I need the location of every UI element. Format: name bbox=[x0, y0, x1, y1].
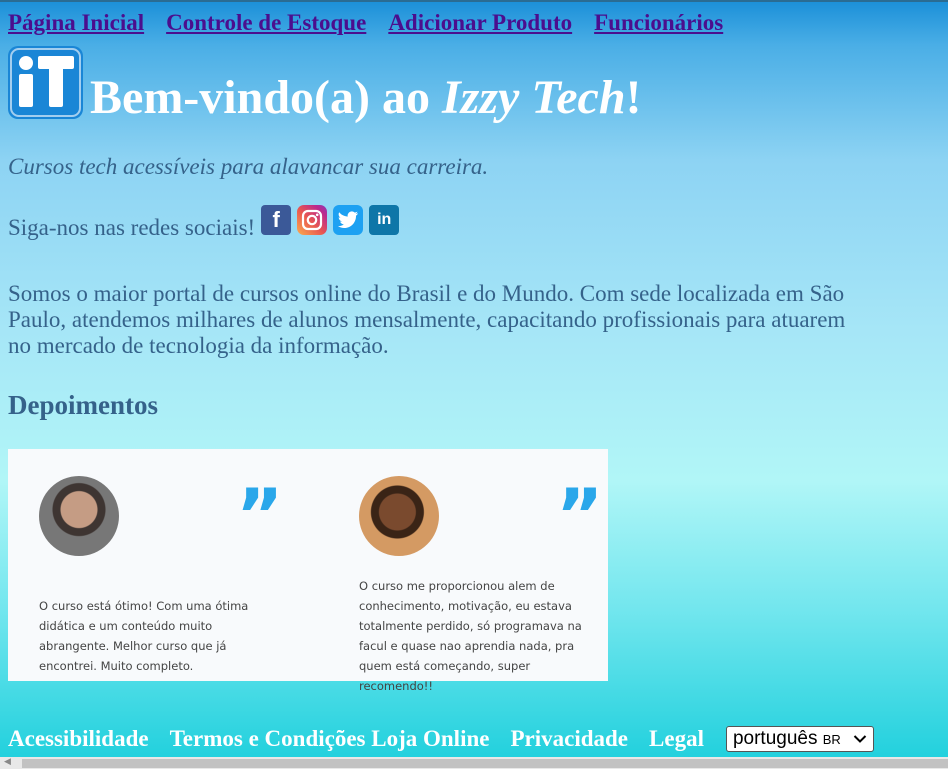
language-select-value: português BR bbox=[733, 728, 841, 750]
title-prefix: Bem-vindo(a) ao bbox=[90, 71, 442, 124]
facebook-icon[interactable]: f bbox=[261, 205, 292, 235]
footer-link-accessibility[interactable]: Acessibilidade bbox=[8, 726, 149, 752]
social-icons: f in bbox=[261, 205, 400, 235]
main-navigation: Página Inicial Controle de Estoque Adici… bbox=[8, 10, 723, 36]
testimonial-card: ” O curso está ótimo! Com uma ótima didá… bbox=[38, 449, 318, 681]
twitter-icon[interactable] bbox=[333, 205, 364, 235]
window-top-border bbox=[0, 0, 948, 2]
page-title: Bem-vindo(a) ao Izzy Tech! bbox=[90, 71, 642, 125]
nav-link-employees[interactable]: Funcionários bbox=[594, 10, 723, 36]
footer-link-legal[interactable]: Legal bbox=[649, 726, 704, 752]
social-label: Siga-nos nas redes sociais! bbox=[8, 215, 256, 240]
izzy-tech-logo bbox=[8, 46, 83, 119]
footer: Acessibilidade Termos e Condições Loja O… bbox=[8, 726, 874, 752]
quote-icon: ” bbox=[236, 473, 284, 557]
testimonial-card: ” O curso me proporcionou alem de conhec… bbox=[358, 449, 638, 693]
footer-link-terms[interactable]: Termos e Condições Loja Online bbox=[170, 726, 490, 752]
horizontal-scrollbar[interactable]: ◀ bbox=[0, 757, 948, 769]
nav-link-add-product[interactable]: Adicionar Produto bbox=[388, 10, 572, 36]
nav-link-home[interactable]: Página Inicial bbox=[8, 10, 144, 36]
title-brand-name: Izzy Tech bbox=[441, 71, 626, 124]
chevron-down-icon bbox=[853, 735, 867, 743]
social-section: Siga-nos nas redes sociais! f in bbox=[8, 205, 400, 240]
title-suffix: ! bbox=[625, 71, 642, 124]
testimonial-text: O curso está ótimo! Com uma ótima didáti… bbox=[39, 599, 249, 673]
footer-link-privacy[interactable]: Privacidade bbox=[510, 726, 628, 752]
language-name: português bbox=[732, 728, 818, 749]
testimonial-text: O curso me proporcionou alem de conhecim… bbox=[359, 579, 582, 693]
testimonials-image: ” O curso está ótimo! Com uma ótima didá… bbox=[8, 449, 608, 693]
tagline: Cursos tech acessíveis para alavancar su… bbox=[8, 154, 489, 179]
testimonials-heading: Depoimentos bbox=[8, 390, 158, 420]
language-region: BR bbox=[822, 732, 841, 747]
avatar bbox=[39, 476, 119, 556]
scrollbar-thumb[interactable] bbox=[22, 759, 948, 768]
footer-links: Acessibilidade Termos e Condições Loja O… bbox=[8, 726, 704, 752]
scroll-left-arrow-icon[interactable]: ◀ bbox=[4, 757, 11, 767]
avatar bbox=[359, 476, 439, 556]
instagram-icon[interactable] bbox=[297, 205, 328, 235]
language-select[interactable]: português BR bbox=[725, 726, 874, 752]
quote-icon: ” bbox=[556, 473, 604, 557]
about-paragraph: Somos o maior portal de cursos online do… bbox=[8, 281, 846, 358]
nav-link-stock-control[interactable]: Controle de Estoque bbox=[166, 10, 366, 36]
linkedin-icon[interactable]: in bbox=[369, 205, 400, 235]
